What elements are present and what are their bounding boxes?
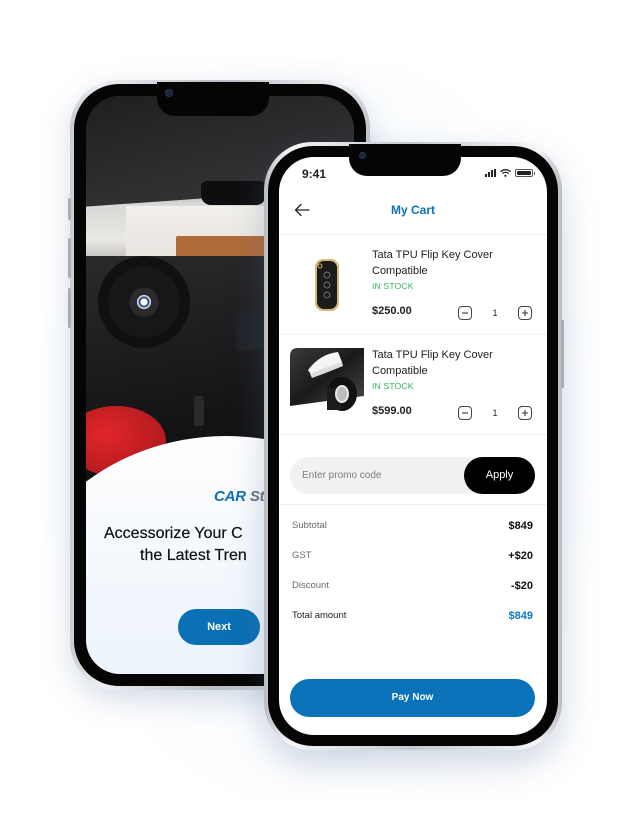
next-button[interactable]: Next bbox=[178, 609, 260, 645]
increase-quantity-button[interactable] bbox=[518, 306, 532, 320]
promo-code-input[interactable] bbox=[302, 457, 452, 494]
phone-bezel: 9:41 My Cart Tata TPU Flip Key Cover Com… bbox=[268, 144, 558, 746]
gst-row: GST +$20 bbox=[292, 550, 533, 566]
quantity-value: 1 bbox=[492, 308, 498, 318]
discount-row: Discount -$20 bbox=[292, 580, 533, 596]
discount-label: Discount bbox=[292, 580, 329, 591]
total-label: Total amount bbox=[292, 610, 347, 621]
apply-button[interactable]: Apply bbox=[464, 457, 535, 494]
stock-status: IN STOCK bbox=[372, 281, 414, 291]
pay-now-button[interactable]: Pay Now bbox=[290, 679, 535, 717]
plus-icon bbox=[522, 410, 528, 416]
cart-item: Tata TPU Flip Key Cover Compatible IN ST… bbox=[279, 347, 547, 445]
divider bbox=[279, 334, 547, 335]
item-price: $250.00 bbox=[372, 305, 412, 317]
cart-phone: 9:41 My Cart Tata TPU Flip Key Cover Com… bbox=[264, 142, 564, 750]
decrease-quantity-button[interactable] bbox=[458, 406, 472, 420]
subtotal-label: Subtotal bbox=[292, 520, 327, 531]
front-camera bbox=[165, 89, 173, 97]
promo-code-field: Apply bbox=[290, 457, 535, 494]
subtotal-row: Subtotal $849 bbox=[292, 520, 533, 536]
stock-status: IN STOCK bbox=[372, 381, 414, 391]
volume-up-button bbox=[68, 238, 71, 278]
brand-car-text: CAR bbox=[214, 488, 246, 505]
cart-header: My Cart bbox=[279, 195, 547, 227]
minus-icon bbox=[462, 412, 468, 414]
power-button bbox=[561, 320, 564, 388]
wifi-icon bbox=[500, 169, 511, 177]
total-row: Total amount $849 bbox=[292, 610, 533, 626]
item-name: Tata TPU Flip Key Cover Compatible bbox=[372, 249, 493, 277]
minus-icon bbox=[462, 312, 468, 314]
decrease-quantity-button[interactable] bbox=[458, 306, 472, 320]
status-icons bbox=[485, 169, 535, 177]
phone-notch bbox=[349, 144, 461, 176]
gst-label: GST bbox=[292, 550, 312, 561]
plus-icon bbox=[522, 310, 528, 316]
item-name: Tata TPU Flip Key Cover Compatible bbox=[372, 349, 493, 377]
divider bbox=[279, 434, 547, 435]
phone-notch bbox=[157, 82, 269, 116]
mute-switch bbox=[68, 198, 71, 220]
discount-value: -$20 bbox=[510, 580, 533, 592]
divider bbox=[279, 234, 547, 235]
carbon-tape-image bbox=[290, 348, 364, 411]
subtotal-value: $849 bbox=[508, 520, 533, 532]
cart-screen: 9:41 My Cart Tata TPU Flip Key Cover Com… bbox=[279, 157, 547, 735]
quantity-value: 1 bbox=[492, 408, 498, 418]
key-cover-image bbox=[315, 259, 339, 311]
total-value: $849 bbox=[508, 610, 533, 622]
volume-down-button bbox=[68, 288, 71, 328]
gst-value: +$20 bbox=[508, 550, 533, 562]
divider bbox=[279, 504, 547, 505]
signal-icon bbox=[485, 169, 496, 177]
front-camera bbox=[359, 152, 366, 159]
status-time: 9:41 bbox=[302, 167, 327, 181]
item-price: $599.00 bbox=[372, 405, 412, 417]
page-title: My Cart bbox=[390, 203, 435, 217]
battery-icon bbox=[515, 169, 535, 177]
cart-item: Tata TPU Flip Key Cover Compatible IN ST… bbox=[279, 247, 547, 345]
increase-quantity-button[interactable] bbox=[518, 406, 532, 420]
